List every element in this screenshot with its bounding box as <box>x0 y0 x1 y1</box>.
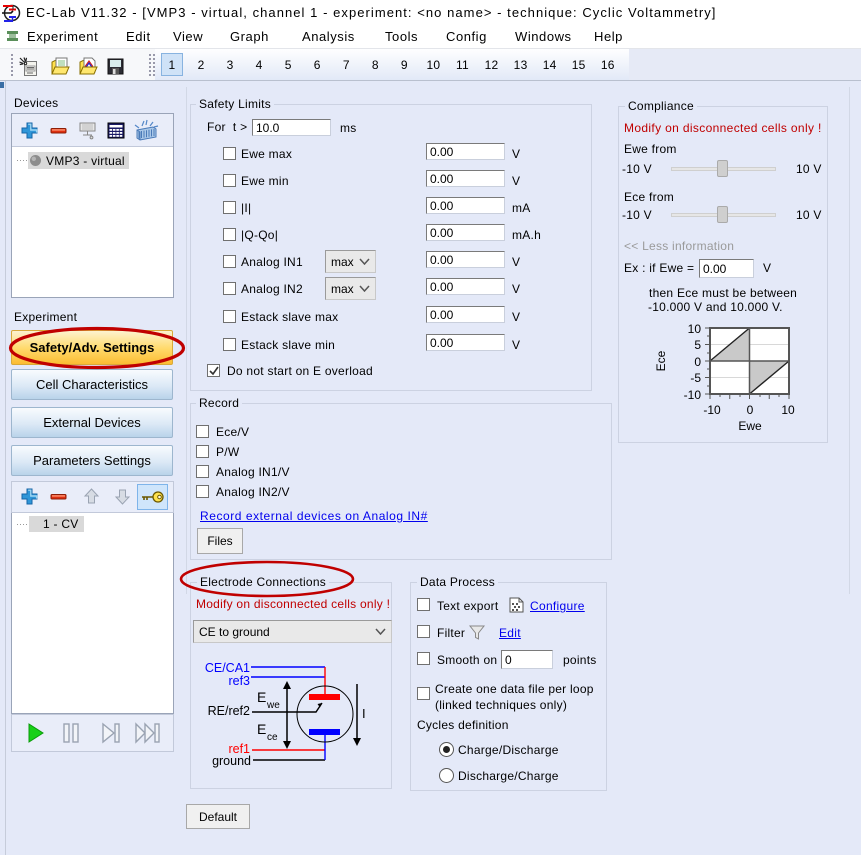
svg-text:ce: ce <box>267 732 278 743</box>
svg-text:-10: -10 <box>684 388 702 402</box>
svg-text:ref3: ref3 <box>228 674 250 688</box>
svg-text:E: E <box>257 689 266 705</box>
svg-text:Ece: Ece <box>655 350 668 371</box>
svg-text:10: 10 <box>781 403 795 417</box>
svg-text:I: I <box>362 706 366 721</box>
svg-text:-5: -5 <box>690 371 701 385</box>
svg-text:E: E <box>257 721 266 737</box>
svg-text:ground: ground <box>212 754 251 768</box>
svg-text:CE/CA1: CE/CA1 <box>205 661 250 675</box>
svg-text:0: 0 <box>694 355 701 369</box>
svg-text:10: 10 <box>688 322 702 336</box>
svg-text:Ewe: Ewe <box>738 419 762 433</box>
svg-text:5: 5 <box>694 338 701 352</box>
svg-text:RE/ref2: RE/ref2 <box>208 704 250 718</box>
svg-text:we: we <box>266 700 280 711</box>
svg-text:0: 0 <box>747 403 754 417</box>
svg-text:-10: -10 <box>703 403 721 417</box>
